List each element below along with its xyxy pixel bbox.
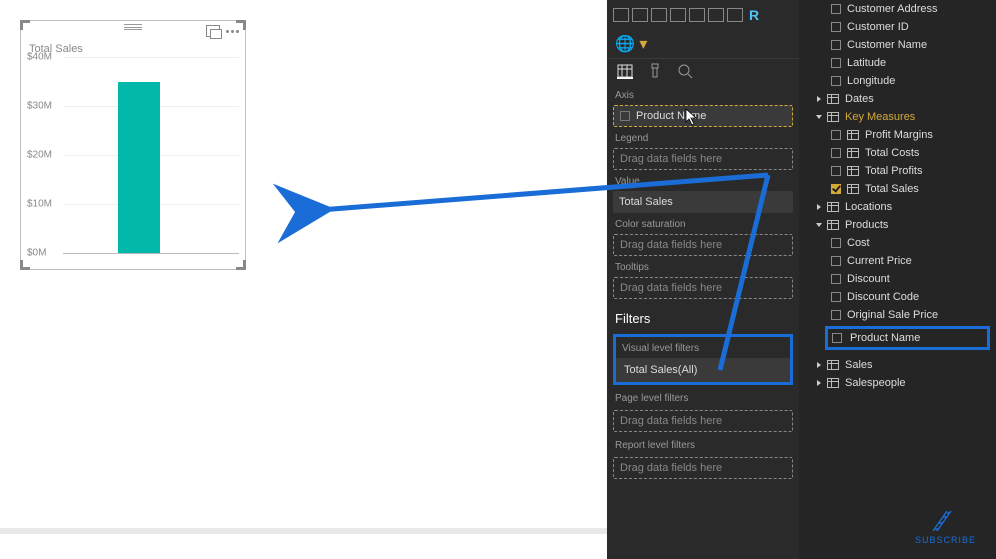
expand-icon [817, 362, 821, 368]
y-tick: $0M [27, 248, 46, 259]
field-customer-id[interactable]: Customer ID [799, 18, 996, 36]
drag-grip-icon[interactable] [124, 24, 142, 30]
table-salespeople[interactable]: Salespeople [799, 374, 996, 392]
expand-icon [817, 204, 821, 210]
y-tick: $20M [27, 150, 52, 161]
value-well-label: Value [607, 172, 799, 189]
viz-gallery: R [607, 0, 799, 30]
expand-icon [817, 380, 821, 386]
y-tick: $30M [27, 101, 52, 112]
dna-icon [930, 509, 960, 533]
viz-type-icon[interactable] [632, 8, 648, 22]
viz-type-icon[interactable] [651, 8, 667, 22]
field-original-sale-price[interactable]: Original Sale Price [799, 306, 996, 324]
report-filters-well[interactable]: Drag data fields here [613, 457, 793, 479]
table-products[interactable]: Products [799, 216, 996, 234]
table-icon [827, 220, 839, 230]
filters-header: Filters [607, 301, 799, 332]
table-sales[interactable]: Sales [799, 356, 996, 374]
table-icon [827, 112, 839, 122]
visual-filter-item[interactable]: Total Sales(All) [616, 358, 790, 382]
y-tick: $40M [27, 52, 52, 63]
viz-type-icon[interactable] [670, 8, 686, 22]
tooltips-well[interactable]: Drag data fields here [613, 277, 793, 299]
color-well[interactable]: Drag data fields here [613, 234, 793, 256]
field-current-price[interactable]: Current Price [799, 252, 996, 270]
page-filters-well[interactable]: Drag data fields here [613, 410, 793, 432]
chart-body: $40M $30M $20M $10M $0M [27, 57, 239, 267]
fields-tab-icon[interactable] [617, 63, 633, 79]
format-tab-icon[interactable] [647, 63, 663, 79]
measure-icon [847, 166, 859, 176]
resize-handle-tl[interactable] [20, 20, 30, 30]
field-product-name-highlight[interactable]: Product Name [825, 326, 990, 350]
field-profit-margins[interactable]: Profit Margins [799, 126, 996, 144]
field-longitude[interactable]: Longitude [799, 72, 996, 90]
y-axis: $40M $30M $20M $10M $0M [27, 57, 61, 253]
table-key-measures[interactable]: Key Measures [799, 108, 996, 126]
field-latitude[interactable]: Latitude [799, 54, 996, 72]
resize-handle-tr[interactable] [236, 20, 246, 30]
viz-type-icon[interactable] [689, 8, 705, 22]
field-total-sales[interactable]: Total Sales [799, 180, 996, 198]
visual-header [21, 21, 245, 41]
field-total-profits[interactable]: Total Profits [799, 162, 996, 180]
checkbox-checked-icon [831, 184, 841, 194]
subscribe-badge[interactable]: SUBSCRIBE [915, 509, 976, 545]
table-dates[interactable]: Dates [799, 90, 996, 108]
table-icon [827, 378, 839, 388]
chart-visual[interactable]: Total Sales $40M $30M $20M $10M $0M [20, 20, 246, 270]
expand-icon [816, 115, 822, 119]
y-tick: $10M [27, 199, 52, 210]
expand-icon [816, 223, 822, 227]
field-discount[interactable]: Discount [799, 270, 996, 288]
expand-icon [817, 96, 821, 102]
tooltips-well-label: Tooltips [607, 258, 799, 275]
field-product-name-label: Product Name [850, 332, 920, 344]
table-locations[interactable]: Locations [799, 198, 996, 216]
chart-title: Total Sales [21, 41, 245, 57]
legend-well-label: Legend [607, 129, 799, 146]
format-tabs [607, 58, 799, 86]
field-discount-code[interactable]: Discount Code [799, 288, 996, 306]
field-total-costs[interactable]: Total Costs [799, 144, 996, 162]
field-customer-name[interactable]: Customer Name [799, 36, 996, 54]
viz-type-icon[interactable] [727, 8, 743, 22]
checkbox-icon [832, 333, 842, 343]
analytics-tab-icon[interactable] [677, 63, 693, 79]
plot-area [63, 57, 239, 253]
axis-chip-label: Product Name [636, 110, 706, 122]
field-cost[interactable]: Cost [799, 234, 996, 252]
axis-well[interactable]: Product Name [613, 105, 793, 127]
measure-icon [847, 148, 859, 158]
axis-well-label: Axis [607, 86, 799, 103]
visual-filters-box: Visual level filters Total Sales(All) [613, 334, 793, 385]
visual-filters-label: Visual level filters [616, 337, 790, 358]
color-well-label: Color saturation [607, 215, 799, 232]
report-filters-label: Report level filters [607, 434, 799, 455]
legend-well[interactable]: Drag data fields here [613, 148, 793, 170]
page-filters-label: Page level filters [607, 387, 799, 408]
canvas-footer [0, 528, 607, 534]
r-visual-icon[interactable]: R [746, 8, 762, 22]
measure-icon [847, 184, 859, 194]
table-icon [827, 94, 839, 104]
axis-chip[interactable]: Product Name [620, 110, 706, 122]
fields-pane: Customer Address Customer ID Customer Na… [799, 0, 996, 559]
table-icon [827, 360, 839, 370]
checkbox-icon [620, 111, 630, 121]
table-icon [827, 202, 839, 212]
measure-icon [847, 130, 859, 140]
visualizations-pane: R 🌐 ▾ Axis Product Name Legend Drag data… [607, 0, 799, 559]
globe-icon[interactable]: 🌐 ▾ [607, 30, 799, 58]
subscribe-label: SUBSCRIBE [915, 535, 976, 545]
focus-mode-icon[interactable] [206, 25, 220, 37]
field-customer-address[interactable]: Customer Address [799, 0, 996, 18]
value-well[interactable]: Total Sales [613, 191, 793, 213]
bar[interactable] [118, 82, 160, 254]
viz-type-icon[interactable] [708, 8, 724, 22]
viz-type-icon[interactable] [613, 8, 629, 22]
report-canvas[interactable]: Total Sales $40M $30M $20M $10M $0M [0, 0, 607, 559]
